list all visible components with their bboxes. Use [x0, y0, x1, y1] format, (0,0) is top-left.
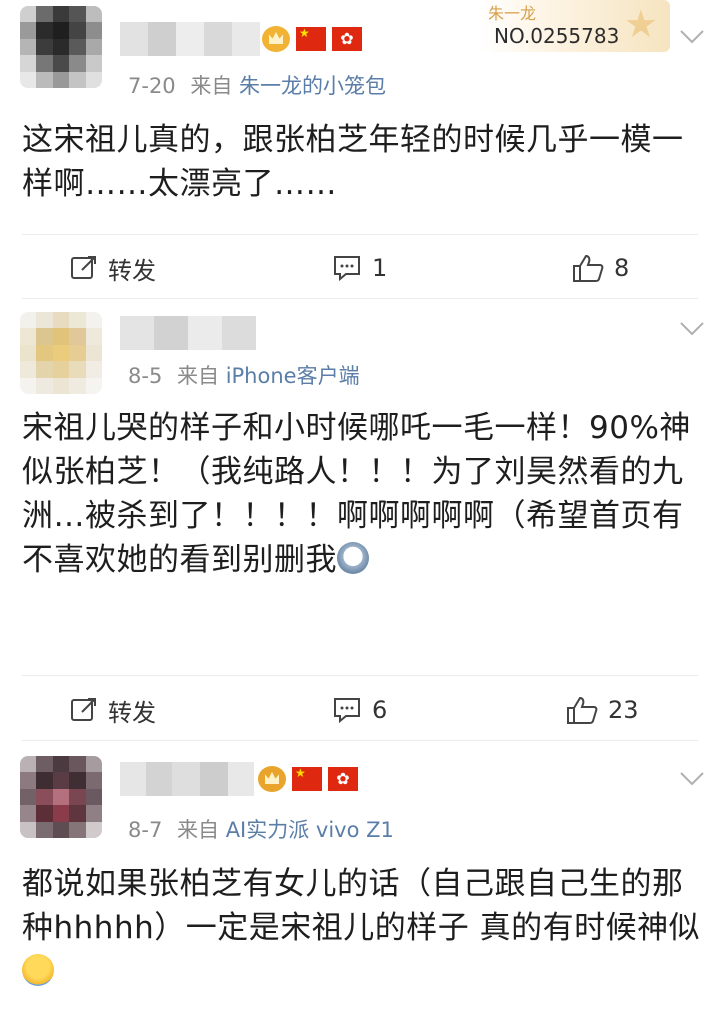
post-actions: 转发 6 23 — [0, 680, 720, 740]
post-text: 都说如果张柏芝有女儿的话（自己跟自己生的那种hhhhh）一定是宋祖儿的样子 真的… — [22, 862, 702, 994]
divider — [22, 675, 698, 676]
divider — [22, 298, 698, 299]
comment-count: 1 — [372, 254, 388, 282]
post-date: 8-5 — [128, 364, 163, 388]
post-actions: 转发 1 8 — [0, 238, 720, 298]
post-meta: 8-7 来自 AI实力派 vivo Z1 — [128, 814, 394, 844]
username-blurred[interactable] — [120, 762, 254, 796]
post-date: 7-20 — [128, 74, 176, 98]
like-count: 23 — [608, 696, 639, 724]
hongkong-flag-icon: ✿ — [328, 767, 358, 791]
crown-icon — [258, 766, 286, 792]
post-source[interactable]: AI实力派 vivo Z1 — [226, 818, 394, 842]
post-text-content: 都说如果张柏芝有女儿的话（自己跟自己生的那种hhhhh）一定是宋祖儿的样子 真的… — [22, 866, 701, 946]
like-button[interactable]: 23 — [566, 680, 639, 740]
fan-number-card[interactable]: 朱一龙 NO.0255783 ★ — [480, 0, 670, 52]
from-label: 来自 — [190, 74, 233, 98]
avatar[interactable] — [20, 312, 102, 394]
china-flag-icon — [292, 766, 322, 791]
chevron-down-icon[interactable] — [680, 322, 704, 336]
crown-icon — [262, 26, 290, 52]
repost-label: 转发 — [108, 698, 156, 727]
repost-icon — [71, 698, 96, 721]
comment-icon — [334, 256, 360, 282]
avatar[interactable] — [20, 6, 102, 88]
comment-button[interactable]: 1 — [332, 238, 387, 298]
repost-button[interactable]: 转发 — [70, 680, 156, 740]
post-source[interactable]: iPhone客户端 — [226, 364, 360, 388]
post-meta: 7-20 来自 朱一龙的小笼包 — [128, 70, 386, 100]
avatar[interactable] — [20, 756, 102, 838]
fan-card-name: 朱一龙 — [488, 4, 537, 23]
post-text: 这宋祖儿真的，跟张柏芝年轻的时候几乎一模一样啊……太漂亮了…… — [22, 122, 684, 202]
like-count: 8 — [614, 254, 630, 282]
username-blurred[interactable] — [120, 22, 260, 56]
user-badges: ✿ — [258, 766, 358, 792]
post-1: ✿ 朱一龙 NO.0255783 ★ 7-20 来自 朱一龙的小笼包 这宋祖儿真… — [0, 0, 720, 300]
post-text: 宋祖儿哭的样子和小时候哪吒一毛一样！90%神似张柏芝！（我纯路人！！！为了刘昊然… — [22, 406, 702, 582]
post-meta: 8-5 来自 iPhone客户端 — [128, 360, 360, 390]
comment-count: 6 — [372, 696, 388, 724]
post-2: 8-5 来自 iPhone客户端 宋祖儿哭的样子和小时候哪吒一毛一样！90%神似… — [0, 300, 720, 741]
repost-button[interactable]: 转发 — [70, 238, 156, 298]
post-3: ✿ 8-7 来自 AI实力派 vivo Z1 都说如果张柏芝有女儿的话（自己跟自… — [0, 744, 720, 1034]
star-icon: ★ — [623, 2, 658, 46]
repost-icon — [71, 256, 96, 279]
fan-card-number: NO.0255783 — [494, 24, 620, 48]
divider — [22, 234, 698, 235]
like-button[interactable]: 8 — [572, 238, 629, 298]
comment-button[interactable]: 6 — [332, 680, 387, 740]
username-blurred[interactable] — [120, 316, 256, 350]
from-label: 来自 — [177, 818, 219, 842]
repost-label: 转发 — [108, 256, 156, 285]
shrug-emoji-icon — [22, 954, 54, 986]
post-date: 8-7 — [128, 818, 163, 842]
from-label: 来自 — [177, 364, 219, 388]
like-icon — [573, 254, 604, 282]
hongkong-flag-icon: ✿ — [332, 27, 362, 51]
chevron-down-icon[interactable] — [680, 30, 704, 44]
comment-icon — [334, 698, 360, 724]
user-badges: ✿ — [262, 26, 362, 52]
chevron-down-icon[interactable] — [680, 772, 704, 786]
post-source[interactable]: 朱一龙的小笼包 — [239, 74, 386, 98]
crying-face-emoji-icon — [337, 542, 369, 574]
china-flag-icon — [296, 26, 326, 51]
like-icon — [567, 696, 598, 724]
divider — [22, 740, 698, 741]
